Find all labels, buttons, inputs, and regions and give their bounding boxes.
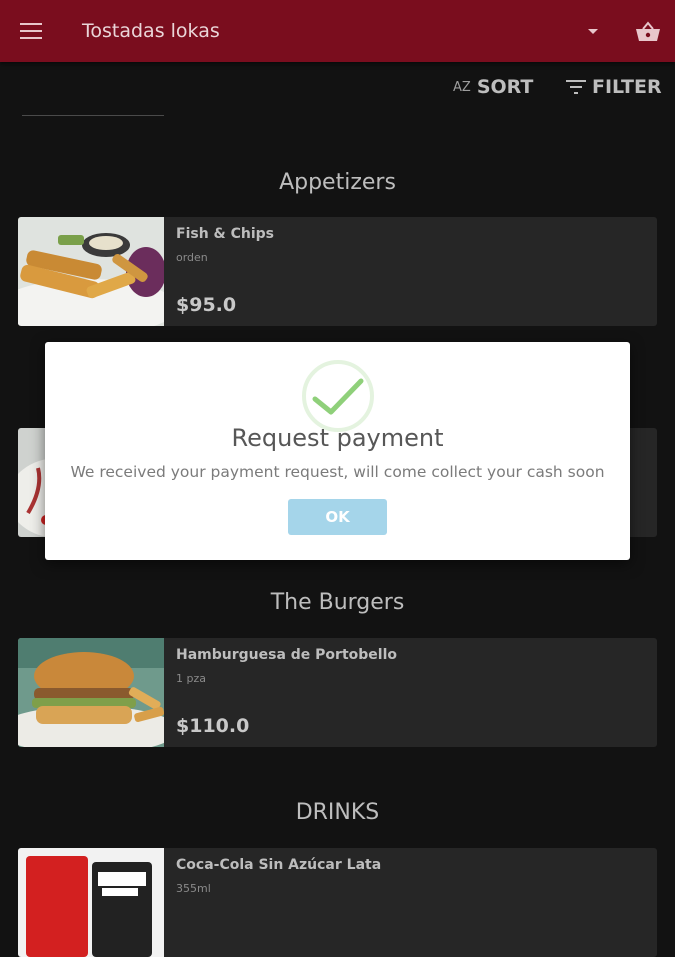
section-title-drinks: DRINKS (295, 800, 380, 825)
menu-item-card[interactable]: Coca-Cola Sin Azúcar Lata 355ml (18, 848, 657, 957)
search-underline[interactable] (22, 115, 164, 116)
dialog-message: We received your payment request, will c… (70, 463, 605, 481)
menu-item-card[interactable]: Fish & Chips orden $95.0 (18, 217, 657, 326)
item-name: Coca-Cola Sin Azúcar Lata (176, 857, 382, 873)
item-name: Hamburguesa de Portobello (176, 647, 397, 663)
coca-cola-can-image (18, 848, 164, 957)
item-description: 1 pza (176, 672, 206, 685)
dropdown-button[interactable] (580, 18, 606, 44)
item-price: $95.0 (176, 294, 237, 316)
item-name: Fish & Chips (176, 226, 275, 242)
section-title-burgers: The Burgers (270, 590, 405, 615)
dropdown-arrow-icon (588, 29, 598, 34)
burger-image (18, 638, 164, 747)
sort-az-icon: AZ (453, 80, 471, 95)
app-title: Tostadas lokas (82, 20, 220, 42)
dialog-title: Request payment (231, 424, 444, 452)
ok-button[interactable]: OK (288, 499, 387, 535)
menu-icon[interactable] (20, 23, 42, 39)
sort-label: SORT (476, 76, 534, 98)
item-description: orden (176, 251, 208, 264)
basket-icon[interactable] (634, 20, 662, 44)
app-bar: Tostadas lokas (0, 0, 675, 62)
item-price: $110.0 (176, 715, 250, 737)
item-description: 355ml (176, 882, 211, 895)
filter-button[interactable]: FILTER (566, 76, 662, 100)
filter-icon (566, 80, 586, 94)
sort-button[interactable]: AZ SORT (453, 76, 533, 100)
success-check-icon (302, 360, 374, 432)
payment-request-dialog: Request payment We received your payment… (45, 342, 630, 560)
fish-and-chips-image (18, 217, 164, 326)
menu-item-card[interactable]: Hamburguesa de Portobello 1 pza $110.0 (18, 638, 657, 747)
filter-label: FILTER (592, 76, 662, 98)
section-title-appetizers: Appetizers (279, 170, 396, 195)
